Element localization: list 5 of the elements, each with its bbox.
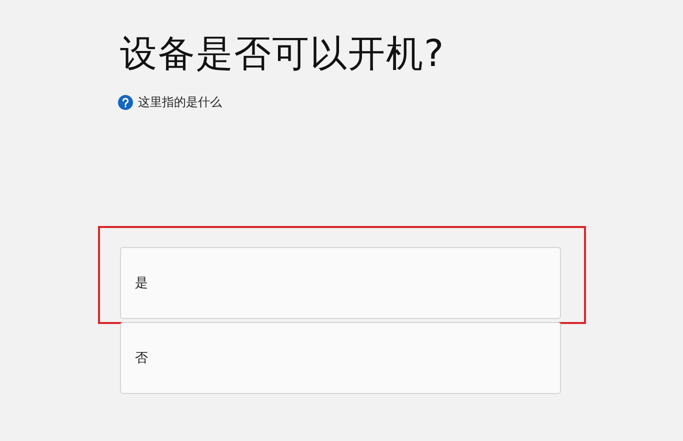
answer-option[interactable]: 否 <box>120 322 561 394</box>
answer-option[interactable]: 是 <box>120 247 561 319</box>
help-link[interactable]: 这里指的是什么 <box>118 94 222 111</box>
help-icon <box>118 95 133 110</box>
question-title: 设备是否可以开机? <box>120 31 446 77</box>
